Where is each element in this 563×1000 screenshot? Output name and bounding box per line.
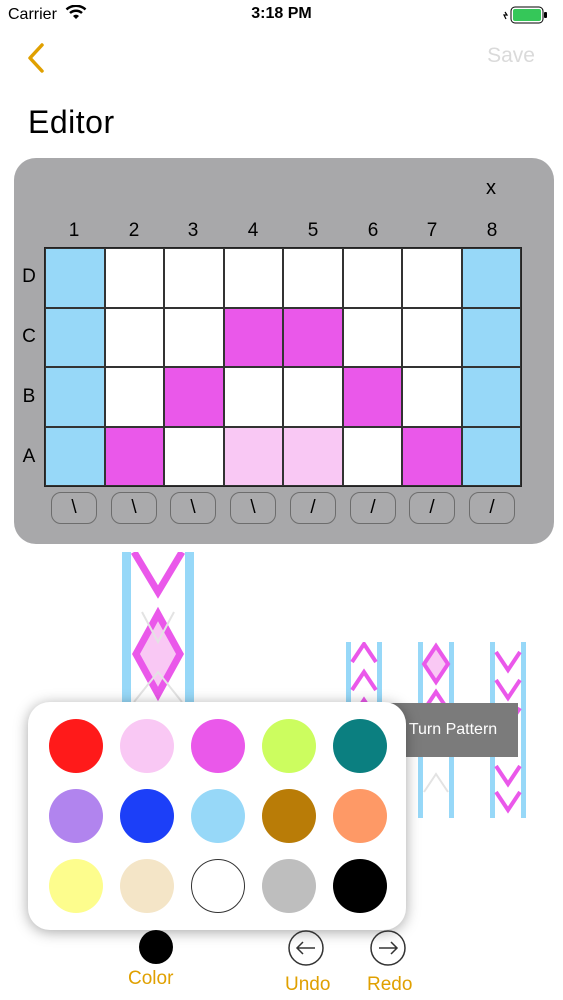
turn-pattern-tooltip[interactable]: Turn Pattern xyxy=(388,703,518,757)
direction-button[interactable]: \ xyxy=(111,492,157,524)
current-color-swatch[interactable] xyxy=(139,930,173,964)
color-swatch[interactable] xyxy=(49,719,103,773)
pattern-grid xyxy=(44,247,522,487)
color-swatch[interactable] xyxy=(191,719,245,773)
grid-cell[interactable] xyxy=(342,367,402,427)
column-number: 5 xyxy=(307,220,319,241)
grid-cell[interactable] xyxy=(104,367,164,427)
direction-button[interactable]: \ xyxy=(230,492,276,524)
grid-cell[interactable] xyxy=(461,426,521,486)
column-number: 7 xyxy=(426,220,438,241)
status-time: 3:18 PM xyxy=(251,5,312,22)
grid-cell[interactable] xyxy=(223,426,283,486)
grid-cell[interactable] xyxy=(342,426,402,486)
grid-cell[interactable] xyxy=(45,367,105,427)
grid-cell[interactable] xyxy=(402,248,462,308)
grid-cell[interactable] xyxy=(45,248,105,308)
color-swatch[interactable] xyxy=(120,859,174,913)
column-number: 1 xyxy=(68,220,80,241)
row-label: C xyxy=(22,326,36,347)
band-preview-large xyxy=(122,552,194,702)
grid-cell[interactable] xyxy=(223,367,283,427)
grid-cell[interactable] xyxy=(342,307,402,367)
grid-cell[interactable] xyxy=(104,426,164,486)
grid-cell[interactable] xyxy=(283,307,343,367)
column-number: 8 xyxy=(486,220,498,241)
color-swatch[interactable] xyxy=(333,859,387,913)
grid-cell[interactable] xyxy=(342,248,402,308)
color-swatch[interactable] xyxy=(191,789,245,843)
color-swatch[interactable] xyxy=(333,719,387,773)
color-swatch[interactable] xyxy=(49,789,103,843)
grid-cell[interactable] xyxy=(104,248,164,308)
row-label: D xyxy=(22,266,36,287)
grid-cell[interactable] xyxy=(461,367,521,427)
color-swatch[interactable] xyxy=(120,719,174,773)
color-swatch[interactable] xyxy=(262,719,316,773)
color-swatch[interactable] xyxy=(120,789,174,843)
grid-cell[interactable] xyxy=(223,248,283,308)
direction-button[interactable]: / xyxy=(409,492,455,524)
battery-icon xyxy=(503,6,547,24)
grid-cell[interactable] xyxy=(164,307,224,367)
redo-label[interactable]: Redo xyxy=(367,974,412,996)
grid-cell[interactable] xyxy=(223,307,283,367)
grid-cell[interactable] xyxy=(461,307,521,367)
grid-cell[interactable] xyxy=(283,248,343,308)
direction-button[interactable]: \ xyxy=(51,492,97,524)
grid-cell[interactable] xyxy=(402,426,462,486)
grid-cell[interactable] xyxy=(283,426,343,486)
grid-cell[interactable] xyxy=(164,367,224,427)
undo-label[interactable]: Undo xyxy=(285,974,330,996)
color-button-label[interactable]: Color xyxy=(128,968,173,990)
redo-icon[interactable] xyxy=(370,930,406,966)
direction-button[interactable]: \ xyxy=(170,492,216,524)
grid-cell[interactable] xyxy=(461,248,521,308)
color-swatch[interactable] xyxy=(191,859,245,913)
undo-icon[interactable] xyxy=(288,930,324,966)
grid-cell[interactable] xyxy=(164,248,224,308)
color-palette xyxy=(28,702,406,930)
color-swatch[interactable] xyxy=(262,859,316,913)
page-title: Editor xyxy=(28,104,115,140)
grid-cell[interactable] xyxy=(402,307,462,367)
grid-cell[interactable] xyxy=(104,307,164,367)
column-number: 2 xyxy=(128,220,140,241)
column-number: 3 xyxy=(187,220,199,241)
color-swatch[interactable] xyxy=(49,859,103,913)
save-button[interactable]: Save xyxy=(487,44,535,68)
close-button[interactable]: x xyxy=(486,177,496,200)
back-chevron-icon[interactable] xyxy=(24,42,48,74)
grid-cell[interactable] xyxy=(283,367,343,427)
grid-cell[interactable] xyxy=(164,426,224,486)
color-swatch[interactable] xyxy=(262,789,316,843)
row-label: B xyxy=(22,386,36,407)
row-label: A xyxy=(22,446,36,467)
column-number: 6 xyxy=(367,220,379,241)
color-swatch[interactable] xyxy=(333,789,387,843)
direction-button[interactable]: / xyxy=(290,492,336,524)
direction-button[interactable]: / xyxy=(469,492,515,524)
grid-cell[interactable] xyxy=(45,426,105,486)
column-number: 4 xyxy=(247,220,259,241)
direction-button[interactable]: / xyxy=(350,492,396,524)
grid-cell[interactable] xyxy=(45,307,105,367)
grid-cell[interactable] xyxy=(402,367,462,427)
